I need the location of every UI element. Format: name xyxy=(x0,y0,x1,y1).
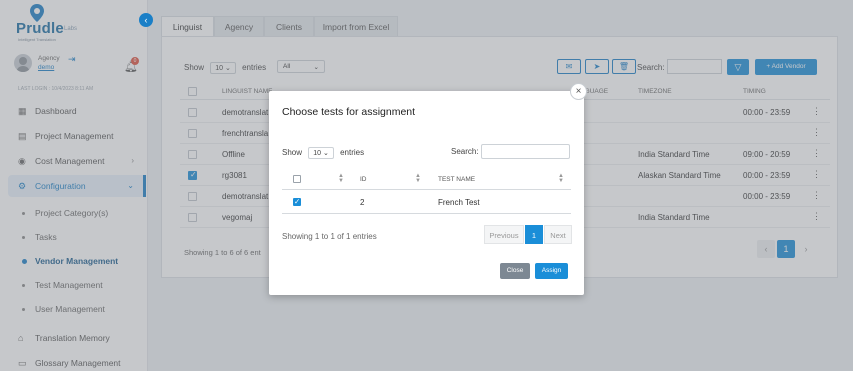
assign-tests-modal: Choose tests for assignment Show 10 ⌄ en… xyxy=(269,91,584,295)
modal-table-row[interactable]: 2 French Test xyxy=(282,191,571,214)
modal-search-label: Search: xyxy=(451,147,479,156)
modal-entries-select[interactable]: 10 ⌄ xyxy=(308,147,334,159)
sort-icon[interactable]: ▲ ▼ xyxy=(338,173,344,184)
collapse-sidebar-button[interactable]: ‹ xyxy=(139,13,153,27)
close-button[interactable]: Close xyxy=(500,263,530,279)
col-id[interactable]: ID xyxy=(360,176,367,183)
modal-search-input[interactable] xyxy=(481,144,570,159)
assign-button[interactable]: Assign xyxy=(535,263,568,279)
modal-table-header: ▲ ▼ ID ▲ ▼ TEST NAME ▲ ▼ xyxy=(282,169,571,190)
modal-title: Choose tests for assignment xyxy=(282,106,416,118)
modal-close-icon[interactable]: × xyxy=(570,83,587,100)
modal-row-checkbox[interactable] xyxy=(293,197,301,206)
modal-select-all-checkbox[interactable] xyxy=(293,175,301,183)
modal-next-button[interactable]: Next xyxy=(544,225,572,244)
col-test-name[interactable]: TEST NAME xyxy=(438,176,475,183)
modal-prev-button[interactable]: Previous xyxy=(484,225,524,244)
sort-icon[interactable]: ▲ ▼ xyxy=(558,173,564,184)
modal-table-info: Showing 1 to 1 of 1 entries xyxy=(282,232,377,241)
modal-entries-control: Show 10 ⌄ entries xyxy=(282,147,365,159)
sort-icon[interactable]: ▲ ▼ xyxy=(415,173,421,184)
modal-page-1-button[interactable]: 1 xyxy=(525,225,543,244)
